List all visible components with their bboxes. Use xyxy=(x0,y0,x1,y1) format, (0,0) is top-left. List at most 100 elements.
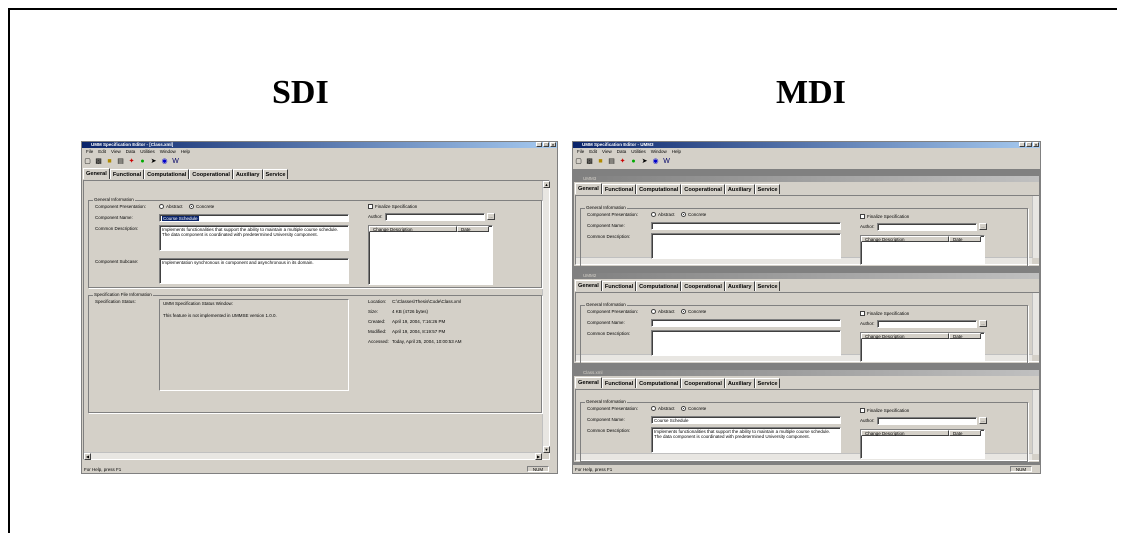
scroll-down-icon[interactable]: ▼ xyxy=(543,446,550,453)
author-field[interactable] xyxy=(877,417,977,425)
tab-service[interactable]: Service xyxy=(754,281,781,291)
tab-auxiliary[interactable]: Auxiliary xyxy=(232,169,263,179)
child-vertical-scrollbar[interactable] xyxy=(1032,293,1039,355)
close-button[interactable]: × xyxy=(1033,142,1039,147)
tab-functional[interactable]: Functional xyxy=(109,169,145,179)
maximize-button[interactable]: □ xyxy=(1026,142,1032,147)
author-browse-button[interactable]: ... xyxy=(487,213,495,220)
open-folder-icon[interactable]: ■ xyxy=(596,157,605,166)
wizard-icon[interactable]: W xyxy=(662,157,671,166)
tab-service[interactable]: Service xyxy=(754,378,781,388)
finalize-checkbox[interactable]: Finalize Specification xyxy=(860,311,909,317)
minimize-button[interactable]: _ xyxy=(1019,142,1025,147)
date-header[interactable]: Date xyxy=(949,236,981,242)
concrete-radio[interactable]: Concrete xyxy=(681,309,706,315)
change-description-header[interactable]: Change Description xyxy=(861,236,949,242)
change-list[interactable]: Change Description Date xyxy=(860,235,985,265)
scroll-up-icon[interactable]: ▲ xyxy=(543,181,550,188)
compass-icon[interactable]: ✦ xyxy=(618,157,627,166)
tab-computational[interactable]: Computational xyxy=(636,281,682,291)
menu-file[interactable]: File xyxy=(577,148,584,155)
common-description-field[interactable] xyxy=(651,330,841,356)
child-vertical-scrollbar[interactable] xyxy=(1032,390,1039,454)
child-vertical-scrollbar[interactable] xyxy=(1032,196,1039,258)
scroll-right-icon[interactable]: ▶ xyxy=(535,453,542,460)
date-header[interactable]: Date xyxy=(457,226,489,232)
common-description-field[interactable] xyxy=(651,233,841,259)
abstract-radio[interactable]: Abstract xyxy=(651,406,675,412)
concrete-radio[interactable]: Concrete xyxy=(189,204,214,210)
wizard-icon[interactable]: W xyxy=(171,157,180,166)
change-description-header[interactable]: Change Description xyxy=(369,226,457,232)
menu-data[interactable]: Data xyxy=(617,148,627,155)
abstract-radio[interactable]: Abstract xyxy=(159,204,183,210)
tab-functional[interactable]: Functional xyxy=(601,281,637,291)
maximize-button[interactable]: □ xyxy=(543,142,549,147)
menu-help[interactable]: Help xyxy=(181,148,190,155)
author-browse-button[interactable]: ... xyxy=(979,417,987,424)
component-subcase-field[interactable]: Implementation synchronous in component … xyxy=(159,258,349,284)
help-icon[interactable]: ● xyxy=(629,157,638,166)
finalize-checkbox[interactable]: Finalize Specification xyxy=(368,204,417,210)
date-header[interactable]: Date xyxy=(949,333,981,339)
tab-cooperational[interactable]: Cooperational xyxy=(681,281,725,291)
abstract-radio[interactable]: Abstract xyxy=(651,212,675,218)
component-name-field[interactable] xyxy=(651,319,841,327)
print-icon[interactable]: ▤ xyxy=(607,157,616,166)
new-file-icon[interactable]: ▢ xyxy=(574,157,583,166)
menu-data[interactable]: Data xyxy=(126,148,136,155)
tab-general[interactable]: General xyxy=(575,183,602,194)
pointer-icon[interactable]: ➤ xyxy=(640,157,649,166)
tab-service[interactable]: Service xyxy=(754,184,781,194)
tab-functional[interactable]: Functional xyxy=(601,184,637,194)
finalize-checkbox[interactable]: Finalize Specification xyxy=(860,214,909,220)
tab-general[interactable]: General xyxy=(575,280,602,291)
tab-cooperational[interactable]: Cooperational xyxy=(189,169,233,179)
author-field[interactable] xyxy=(385,213,485,221)
menu-help[interactable]: Help xyxy=(672,148,681,155)
tab-general[interactable]: General xyxy=(83,168,110,179)
save-icon[interactable]: ▩ xyxy=(585,157,594,166)
concrete-radio[interactable]: Concrete xyxy=(681,212,706,218)
menu-window[interactable]: Window xyxy=(651,148,667,155)
sdi-horizontal-scrollbar[interactable]: ◀ ▶ xyxy=(84,452,542,460)
open-folder-icon[interactable]: ■ xyxy=(105,157,114,166)
minimize-button[interactable]: _ xyxy=(536,142,542,147)
menu-window[interactable]: Window xyxy=(160,148,176,155)
menu-edit[interactable]: Edit xyxy=(589,148,597,155)
author-field[interactable] xyxy=(877,223,977,231)
scroll-left-icon[interactable]: ◀ xyxy=(84,453,91,460)
tab-auxiliary[interactable]: Auxiliary xyxy=(724,184,755,194)
menu-view[interactable]: View xyxy=(111,148,121,155)
tab-general[interactable]: General xyxy=(575,377,602,388)
date-header[interactable]: Date xyxy=(949,430,981,436)
menu-file[interactable]: File xyxy=(86,148,93,155)
new-file-icon[interactable]: ▢ xyxy=(83,157,92,166)
component-name-field[interactable]: Course Schedule xyxy=(159,214,349,222)
close-button[interactable]: × xyxy=(550,142,556,147)
tab-service[interactable]: Service xyxy=(262,169,289,179)
finalize-checkbox[interactable]: Finalize Specification xyxy=(860,408,909,414)
concrete-radio[interactable]: Concrete xyxy=(681,406,706,412)
common-description-field[interactable]: Implements functionalities that support … xyxy=(159,225,349,251)
pointer-icon[interactable]: ➤ xyxy=(149,157,158,166)
change-list[interactable]: Change Description Date xyxy=(368,225,493,285)
world-icon[interactable]: ◉ xyxy=(160,157,169,166)
author-browse-button[interactable]: ... xyxy=(979,320,987,327)
tab-computational[interactable]: Computational xyxy=(144,169,190,179)
tab-computational[interactable]: Computational xyxy=(636,378,682,388)
help-icon[interactable]: ● xyxy=(138,157,147,166)
save-icon[interactable]: ▩ xyxy=(94,157,103,166)
change-list[interactable]: Change Description Date xyxy=(860,332,985,362)
tab-auxiliary[interactable]: Auxiliary xyxy=(724,378,755,388)
tab-cooperational[interactable]: Cooperational xyxy=(681,184,725,194)
component-name-field[interactable] xyxy=(651,222,841,230)
tab-auxiliary[interactable]: Auxiliary xyxy=(724,281,755,291)
menu-edit[interactable]: Edit xyxy=(98,148,106,155)
tab-functional[interactable]: Functional xyxy=(601,378,637,388)
abstract-radio[interactable]: Abstract xyxy=(651,309,675,315)
print-icon[interactable]: ▤ xyxy=(116,157,125,166)
compass-icon[interactable]: ✦ xyxy=(127,157,136,166)
component-name-field[interactable]: Course Schedule xyxy=(651,416,841,424)
world-icon[interactable]: ◉ xyxy=(651,157,660,166)
